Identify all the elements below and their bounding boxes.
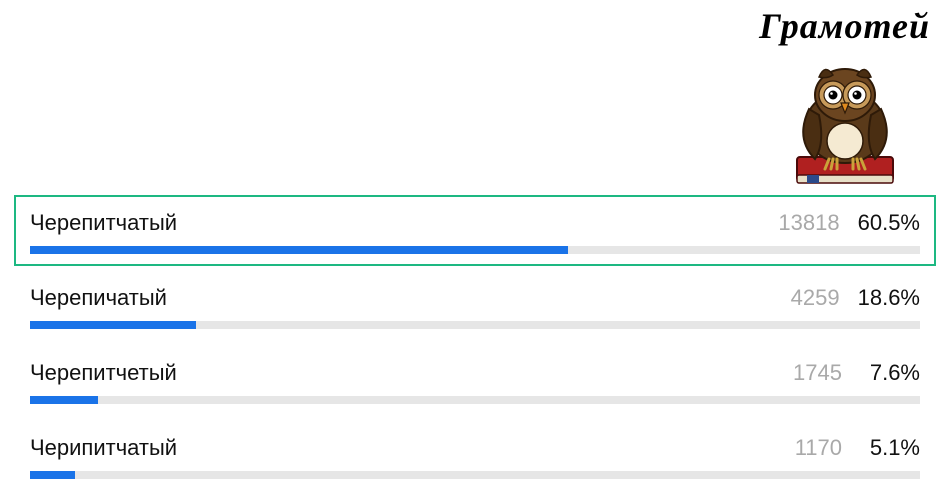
poll-pct: 60.5%	[858, 210, 920, 236]
poll-count: 4259	[791, 285, 840, 311]
poll-bar-track	[30, 471, 920, 479]
poll-bar-track	[30, 246, 920, 254]
poll-label: Черепичатый	[30, 285, 167, 311]
poll-bar-fill	[30, 471, 75, 479]
poll-count: 13818	[778, 210, 839, 236]
poll-numbers: 13818 60.5%	[778, 210, 920, 236]
owl-on-book-icon	[785, 49, 905, 189]
brand-block: Грамотей	[759, 5, 930, 189]
poll-label: Черепитчатый	[30, 210, 177, 236]
poll-row[interactable]: Черепитчетый 1745 7.6%	[14, 345, 936, 416]
poll-row-top: Черепитчетый 1745 7.6%	[30, 360, 920, 386]
poll-bar-track	[30, 396, 920, 404]
poll-numbers: 1170 5.1%	[795, 435, 920, 461]
poll-list: Черепитчатый 13818 60.5% Черепичатый 425…	[14, 195, 936, 495]
poll-row-top: Черепичатый 4259 18.6%	[30, 285, 920, 311]
poll-bar-track	[30, 321, 920, 329]
poll-bar-fill	[30, 396, 98, 404]
poll-pct: 5.1%	[860, 435, 920, 461]
poll-count: 1745	[793, 360, 842, 386]
poll-numbers: 4259 18.6%	[791, 285, 920, 311]
poll-numbers: 1745 7.6%	[793, 360, 920, 386]
poll-label: Черепитчетый	[30, 360, 177, 386]
poll-bar-fill	[30, 321, 196, 329]
poll-row[interactable]: Черепитчатый 13818 60.5%	[14, 195, 936, 266]
poll-row[interactable]: Черипитчатый 1170 5.1%	[14, 420, 936, 491]
poll-label: Черипитчатый	[30, 435, 177, 461]
poll-row-top: Черипитчатый 1170 5.1%	[30, 435, 920, 461]
brand-title: Грамотей	[759, 5, 930, 47]
poll-row-top: Черепитчатый 13818 60.5%	[30, 210, 920, 236]
poll-pct: 18.6%	[858, 285, 920, 311]
poll-count: 1170	[795, 435, 842, 461]
poll-pct: 7.6%	[860, 360, 920, 386]
poll-row[interactable]: Черепичатый 4259 18.6%	[14, 270, 936, 341]
poll-bar-fill	[30, 246, 568, 254]
